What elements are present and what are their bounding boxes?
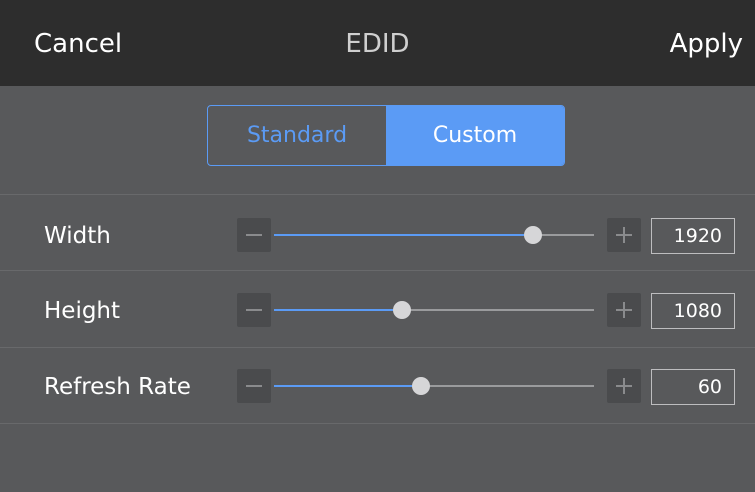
- width-increment-button[interactable]: [607, 218, 641, 252]
- divider: [0, 194, 755, 195]
- refresh-rate-slider-fill: [274, 385, 422, 387]
- height-value-field[interactable]: 1080: [651, 293, 735, 329]
- height-slider-thumb[interactable]: [393, 301, 411, 319]
- width-slider-fill: [274, 234, 534, 236]
- divider: [0, 423, 755, 424]
- refresh-rate-slider[interactable]: [274, 377, 594, 395]
- width-setting-row: Width 1920: [0, 198, 755, 274]
- tab-standard[interactable]: Standard: [208, 106, 386, 165]
- width-label: Width: [44, 223, 111, 249]
- refresh-rate-label: Refresh Rate: [44, 374, 191, 400]
- height-slider-fill: [274, 309, 402, 311]
- refresh-rate-decrement-button[interactable]: [237, 369, 271, 403]
- height-setting-row: Height 1080: [0, 273, 755, 349]
- minus-icon: [246, 309, 262, 311]
- height-decrement-button[interactable]: [237, 293, 271, 327]
- width-value-field[interactable]: 1920: [651, 218, 735, 254]
- width-slider-thumb[interactable]: [524, 226, 543, 244]
- width-slider[interactable]: [274, 226, 594, 244]
- apply-button[interactable]: Apply: [670, 26, 743, 62]
- width-decrement-button[interactable]: [237, 218, 271, 252]
- tab-custom[interactable]: Custom: [386, 106, 564, 165]
- minus-icon: [246, 234, 262, 236]
- header-bar: Cancel EDID Apply: [0, 0, 755, 86]
- plus-icon: [623, 302, 625, 318]
- height-slider[interactable]: [274, 301, 594, 319]
- refresh-rate-value-field[interactable]: 60: [651, 369, 735, 405]
- plus-icon: [623, 378, 625, 394]
- divider: [0, 347, 755, 348]
- page-title: EDID: [345, 29, 410, 59]
- plus-icon: [623, 227, 625, 243]
- height-increment-button[interactable]: [607, 293, 641, 327]
- refresh-rate-slider-thumb[interactable]: [412, 377, 431, 395]
- divider: [0, 270, 755, 271]
- refresh-rate-setting-row: Refresh Rate 60: [0, 349, 755, 425]
- refresh-rate-increment-button[interactable]: [607, 369, 641, 403]
- height-label: Height: [44, 298, 121, 324]
- mode-segmented-control: Standard Custom: [207, 105, 565, 166]
- minus-icon: [246, 385, 262, 387]
